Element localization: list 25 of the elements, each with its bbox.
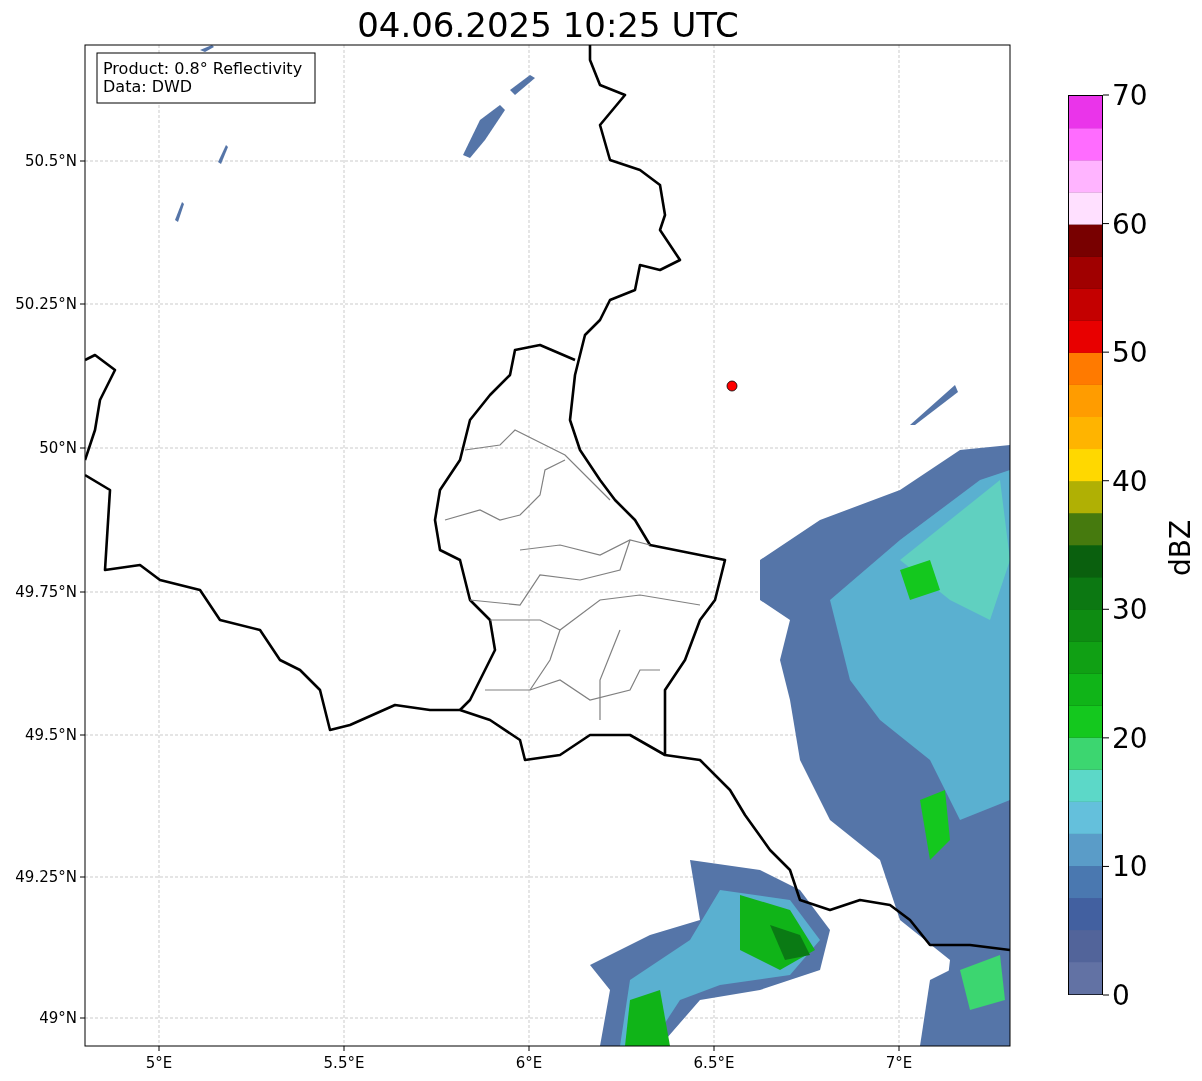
axis-tick-label: 50.5°N [24,152,77,170]
axis-tick-label: 49.25°N [15,868,77,886]
colorbar-tick-label: 0 [1112,979,1130,1012]
annotation-text: Product: 0.8° Reflectivity [103,59,303,78]
axis-tick-label: 49.5°N [24,726,77,744]
colorbar-tick-label: 60 [1112,207,1148,241]
axis-tick-label: 6°E [515,1054,543,1072]
axis-tick-label: 5°E [145,1054,173,1072]
axis-tick-label: 6.5°E [693,1054,735,1072]
colorbar-tick-label: 20 [1112,721,1148,755]
radar-site-marker [726,380,738,392]
annotation-text: Data: DWD [103,77,193,96]
colorbar-tick-label: 30 [1112,593,1148,627]
axis-tick-label: 5.5°E [323,1054,365,1072]
colorbar-tick-label: 40 [1112,464,1148,498]
axis-tick-label: 50°N [39,439,77,457]
colorbar-label: dBZ [1164,519,1197,577]
axis-tick-label: 7°E [885,1054,913,1072]
colorbar-tick-label: 50 [1112,336,1148,370]
axis-tick-label: 50.25°N [15,295,77,313]
axis-tick-label: 49.75°N [15,583,77,601]
plot-title: 04.06.2025 10:25 UTC [357,5,739,45]
colorbar-tick-label: 10 [1112,850,1148,884]
colorbar-tick-label: 70 [1112,79,1148,112]
axis-tick-label: 49°N [39,1009,77,1027]
